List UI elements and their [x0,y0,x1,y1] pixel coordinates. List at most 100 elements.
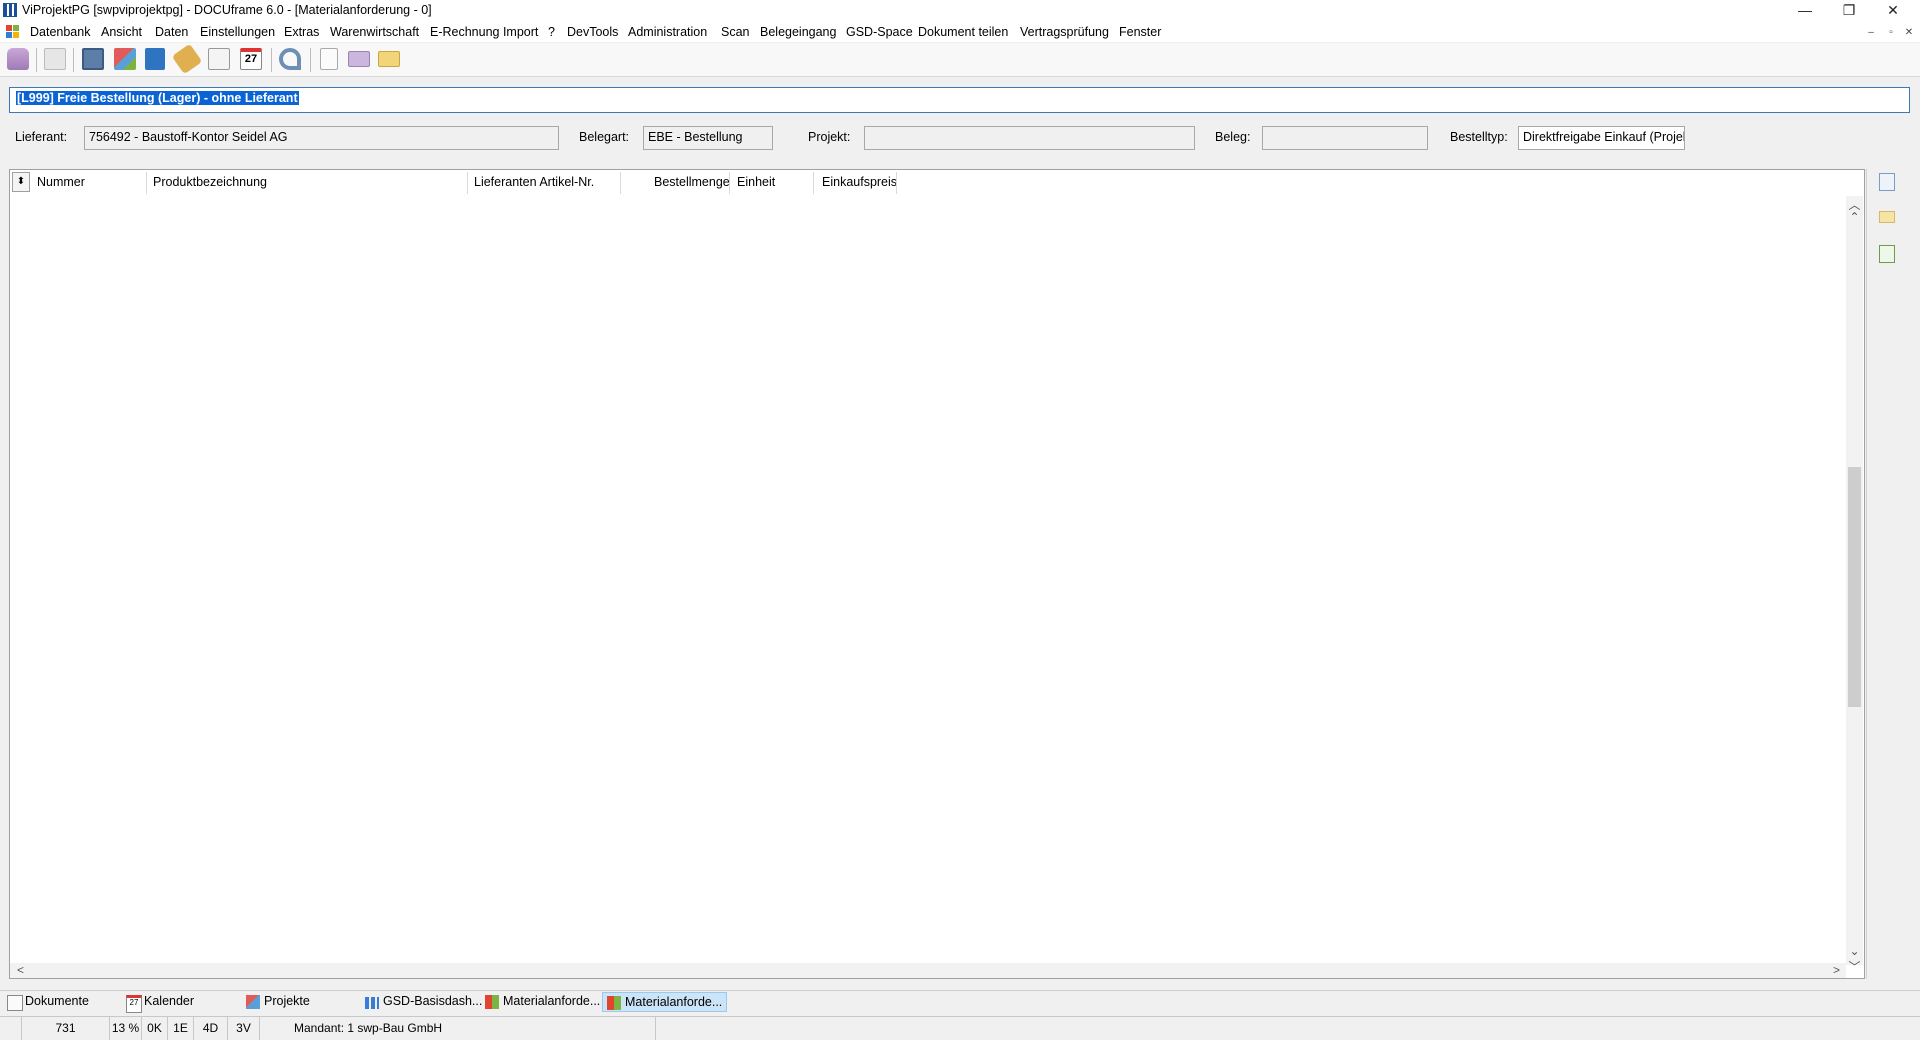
sort-toggle-icon[interactable]: ⬍ [12,172,30,192]
column-separator[interactable] [813,172,814,194]
horizontal-scrollbar[interactable] [10,963,1846,978]
bestelltyp-label: Bestelltyp: [1450,130,1508,144]
menu-daten[interactable]: Daten [155,25,188,39]
vertical-scroll-thumb[interactable] [1848,467,1861,707]
column-separator[interactable] [467,172,468,194]
projekt-label: Projekt: [808,130,851,144]
column-einheit[interactable]: Einheit [737,175,775,189]
grid-app-icon [607,996,621,1010]
scroll-right-icon[interactable]: > [1828,963,1845,977]
column-bestellmenge[interactable]: Bestellmenge [654,175,730,189]
status-e: 1E [168,1016,194,1040]
column-produktbezeichnung[interactable]: Produktbezeichnung [153,175,267,189]
menu-help[interactable]: ? [548,25,555,39]
grid-app-icon [485,995,499,1009]
column-einkaufspreis[interactable]: Einkaufspreis [822,175,897,189]
belegart-field[interactable]: EBE - Bestellung [643,126,773,150]
window-title: ViProjektPG [swpviprojektpg] - DOCUframe… [22,3,432,17]
tab-label: Kalender [144,994,195,1008]
chart-icon [365,997,379,1009]
tab-label: Dokumente [25,994,89,1008]
mdi-close-button[interactable]: ✕ [1902,26,1916,39]
status-v: 3V [228,1016,260,1040]
scroll-down-icon[interactable]: ⌄ [1846,944,1863,958]
menu-administration[interactable]: Administration [628,25,707,39]
status-count: 731 [22,1016,110,1040]
menu-belegeingang[interactable]: Belegeingang [760,25,836,39]
status-d: 4D [194,1016,228,1040]
document-header-text: [L999] Freie Bestellung (Lager) - ohne L… [16,91,299,105]
documents-icon[interactable] [208,48,230,70]
tab-materialanforderung-1[interactable]: Materialanforde... [481,992,604,1012]
network-icon[interactable] [114,48,136,70]
menu-fenster[interactable]: Fenster [1119,25,1161,39]
scroll-left-icon[interactable]: < [12,963,29,977]
windows-menu-icon[interactable] [6,25,20,39]
tab-dokumente[interactable]: Dokumente [3,992,93,1012]
mdi-restore-button[interactable]: ▫ [1884,26,1898,39]
tab-kalender[interactable]: 27 Kalender [122,992,198,1013]
menu-gsd-space[interactable]: GSD-Space [846,25,913,39]
menu-vertragspruefung[interactable]: Vertragsprüfung [1020,25,1109,39]
column-separator[interactable] [896,172,897,194]
mail-icon[interactable] [348,51,370,67]
lieferant-label: Lieferant: [15,130,68,144]
beleg-field[interactable] [1262,126,1428,150]
status-spacer [0,1016,22,1040]
new-document-icon[interactable] [320,48,338,70]
scroll-up-icon[interactable]: ⌃ [1846,210,1863,224]
menu-einstellungen[interactable]: Einstellungen [200,25,275,39]
minimize-button[interactable]: — [1782,0,1828,22]
add-document-icon[interactable] [1879,245,1895,263]
calendar-icon[interactable]: 27 [240,48,262,70]
close-button[interactable]: ✕ [1870,0,1916,22]
contact-card-icon[interactable] [82,48,104,70]
column-separator[interactable] [146,172,147,194]
tab-label: GSD-Basisdash... [383,994,483,1008]
database-icon[interactable] [7,48,29,70]
beleg-label: Beleg: [1215,130,1251,144]
bestelltyp-field[interactable]: Direktfreigabe Einkauf (Projekt [1518,126,1685,150]
menu-e-rechnung-import[interactable]: E-Rechnung Import [430,25,538,39]
network-icon [246,995,260,1009]
tab-materialanforderung-2[interactable]: Materialanforde... [602,992,728,1012]
menu-ansicht[interactable]: Ansicht [101,25,142,39]
menu-extras[interactable]: Extras [284,25,319,39]
projekt-field[interactable] [864,126,1195,150]
side-panel [1866,169,1920,979]
scroll-bottom-icon[interactable]: ﹀ [1846,958,1863,975]
toolbar-separator [36,48,37,72]
column-lieferanten-artikel-nr[interactable]: Lieferanten Artikel-Nr. [474,175,594,189]
calendar-icon: 27 [126,995,142,1013]
print-icon[interactable] [44,48,66,70]
menu-scan[interactable]: Scan [721,25,750,39]
column-separator[interactable] [729,172,730,194]
lieferant-field[interactable]: 756492 - Baustoff-Kontor Seidel AG [84,126,559,150]
menu-warenwirtschaft[interactable]: Warenwirtschaft [330,25,419,39]
tab-label: Materialanforde... [503,994,601,1008]
mail-icon[interactable] [1879,211,1895,223]
column-nummer[interactable]: Nummer [37,175,85,189]
phone-icon[interactable] [279,48,301,70]
status-percent: 13 % [110,1016,142,1040]
document-icon [7,995,23,1011]
toolbar-separator [73,48,74,72]
book-icon[interactable] [145,48,165,70]
menu-devtools[interactable]: DevTools [567,25,618,39]
menu-datenbank[interactable]: Datenbank [30,25,90,39]
form-icon[interactable] [1879,173,1895,191]
column-separator[interactable] [620,172,621,194]
mdi-minimize-button[interactable]: – [1864,26,1878,39]
status-k: 0K [142,1016,168,1040]
toolbar-separator [271,48,272,72]
tab-gsd-basisdashboard[interactable]: GSD-Basisdash... [361,992,486,1012]
tab-projekte[interactable]: Projekte [242,992,314,1012]
order-items-grid[interactable] [9,169,1865,979]
menu-dokument-teilen[interactable]: Dokument teilen [918,25,1008,39]
mail-forward-icon[interactable] [378,51,400,67]
belegart-label: Belegart: [579,130,630,144]
tab-label: Materialanforde... [625,995,723,1009]
tab-label: Projekte [264,994,310,1008]
maximize-button[interactable]: ❐ [1826,0,1872,22]
toolbar-separator [310,48,311,72]
